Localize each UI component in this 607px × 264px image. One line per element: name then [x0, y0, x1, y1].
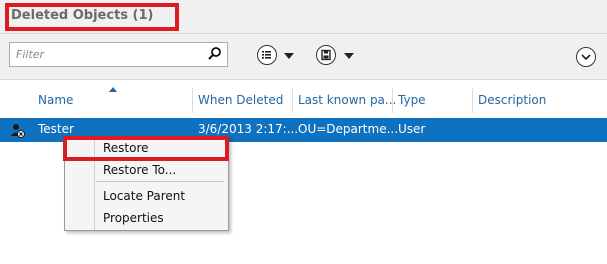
column-divider[interactable]	[392, 88, 393, 113]
cell-last-known-parent: OU=Departme...	[298, 122, 399, 136]
menu-item-properties[interactable]: Properties	[103, 211, 164, 225]
cell-name: Tester	[38, 122, 74, 136]
chevron-down-icon[interactable]	[284, 53, 294, 59]
cell-when-deleted: 3/6/2013 2:17:...	[198, 122, 299, 136]
restore-highlight-box	[63, 136, 229, 161]
menu-item-locate-parent[interactable]: Locate Parent	[103, 189, 185, 203]
column-header-name[interactable]: Name	[38, 93, 73, 107]
deleted-user-icon	[11, 124, 25, 138]
column-divider[interactable]	[192, 88, 193, 113]
search-icon[interactable]	[205, 44, 225, 64]
list-icon	[257, 45, 277, 65]
menu-separator	[96, 181, 224, 182]
chevron-down-icon[interactable]	[344, 53, 354, 59]
column-divider[interactable]	[292, 88, 293, 113]
list-view-button[interactable]	[257, 45, 277, 65]
column-header-last-known-parent[interactable]: Last known pa...	[298, 93, 396, 107]
sort-ascending-icon	[109, 87, 117, 92]
column-header-when-deleted[interactable]: When Deleted	[198, 93, 283, 107]
column-header-description[interactable]: Description	[478, 93, 546, 107]
cell-type: User	[398, 122, 426, 136]
filter-placeholder: Filter	[16, 48, 45, 61]
chevron-down-circle-icon	[576, 47, 596, 67]
column-header-type[interactable]: Type	[398, 93, 426, 107]
title-highlight-box	[5, 3, 179, 31]
collapse-button[interactable]	[576, 47, 596, 67]
save-icon	[316, 45, 336, 65]
column-divider[interactable]	[472, 88, 473, 113]
menu-item-restore-to[interactable]: Restore To...	[103, 163, 176, 177]
save-query-button[interactable]	[316, 45, 336, 65]
